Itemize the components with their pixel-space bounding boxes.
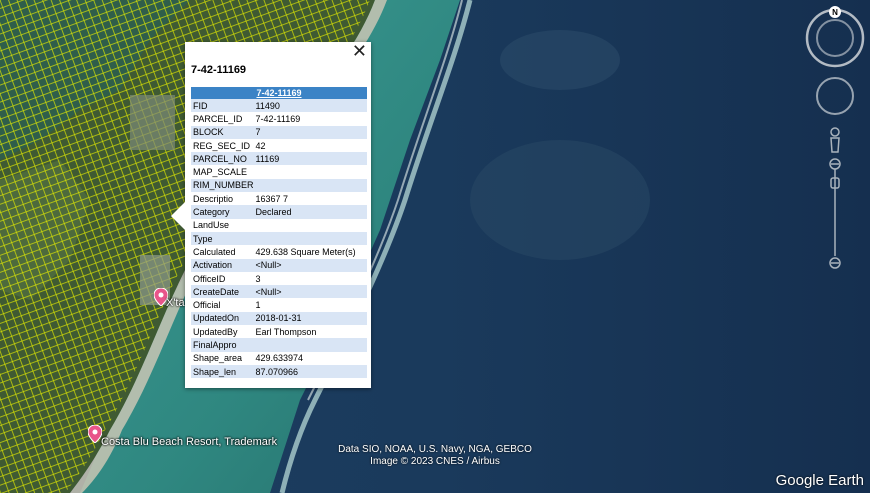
attribute-table-header: 7-42-11169 (191, 87, 367, 99)
attribute-key: Shape_area (193, 353, 243, 364)
attribute-row: FID 11490 (191, 99, 367, 113)
attribute-row: Type (191, 231, 367, 246)
attribute-key: UpdatedBy (193, 326, 238, 337)
attribute-value: 3 (255, 273, 261, 284)
attribute-value: Declared (253, 205, 367, 219)
attribute-value: <Null> (253, 258, 367, 272)
attribute-row: RIM_NUMBER (191, 178, 367, 193)
attribute-value: 2018-01-31 (253, 311, 367, 326)
attribute-key: Descriptio (193, 193, 234, 204)
attribute-row: Shape_area 429.633974 (191, 352, 367, 365)
attribute-row: FinalAppro (191, 338, 367, 352)
imagery-attribution-line1: Data SIO, NOAA, U.S. Navy, NGA, GEBCO (338, 444, 532, 455)
attribute-key: PARCEL_NO (191, 152, 254, 166)
attribute-row: CreateDate <Null> (191, 285, 367, 299)
attribute-value: 429.633974 (255, 353, 304, 364)
north-indicator: N (832, 8, 838, 17)
attribute-row: UpdatedBy Earl Thompson (191, 325, 367, 338)
placemark-label[interactable]: X'ta (166, 297, 185, 309)
attribute-value (253, 231, 367, 246)
close-icon[interactable]: ✕ (352, 42, 367, 62)
attribute-value: Earl Thompson (255, 326, 317, 337)
attribute-row: PARCEL_ID 7-42-11169 (191, 112, 367, 125)
attribute-value (254, 165, 367, 178)
parcel-info-balloon: ✕ 7-42-11169 7-42-11169 FID 11490 PARCEL_I… (171, 42, 371, 388)
attribute-key: Activation (191, 258, 254, 272)
satellite-imagery[interactable] (0, 0, 870, 493)
attribute-value: 7 (253, 125, 367, 139)
attribute-value (253, 178, 367, 193)
attribute-table: 7-42-11169 FID 11490 PARCEL_ID 7-42-11169 BL… (191, 87, 367, 379)
attribute-value: 16367 7 (255, 193, 289, 204)
attribute-key: REG_SEC_ID (193, 140, 251, 151)
google-earth-logo: Google Earth (775, 472, 864, 489)
attribute-value: 7-42-11169 (255, 113, 301, 124)
attribute-key: OfficeID (193, 273, 226, 284)
zoom-slider-icon[interactable] (829, 158, 841, 269)
attribute-value: <Null> (253, 285, 367, 299)
attribute-value (254, 219, 367, 232)
attribute-row: OfficeID 3 (191, 272, 367, 285)
balloon-title: 7-42-11169 (191, 64, 247, 76)
attribute-key: FID (191, 99, 254, 113)
attribute-row: Descriptio 16367 7 (191, 192, 367, 205)
attribute-row: Category Declared (191, 205, 367, 219)
attribute-key: Category (191, 205, 254, 219)
attribute-value: 42 (255, 140, 266, 151)
attribute-value: 87.070966 (253, 364, 367, 379)
attribute-value: 11490 (253, 99, 367, 113)
attribute-value: 1 (255, 300, 261, 311)
move-joystick-icon[interactable] (816, 77, 854, 115)
balloon-pointer (171, 202, 185, 230)
attribute-key: Official (193, 300, 221, 311)
attribute-row: MAP_SCALE (191, 165, 367, 178)
compass-icon[interactable]: N (805, 6, 865, 68)
attribute-row: Activation <Null> (191, 258, 367, 272)
attribute-row: LandUse (191, 219, 367, 232)
attribute-row: REG_SEC_ID 42 (191, 139, 367, 152)
attribute-key: UpdatedOn (191, 311, 254, 326)
attribute-row: Shape_len 87.070966 (191, 364, 367, 379)
attribute-key: BLOCK (191, 125, 254, 139)
attribute-key: CreateDate (191, 285, 254, 299)
attribute-key: PARCEL_ID (193, 113, 243, 124)
attribute-row: UpdatedOn 2018-01-31 (191, 311, 367, 326)
attribute-row: BLOCK 7 (191, 125, 367, 139)
attribute-key: LandUse (193, 220, 230, 231)
attribute-value: 11169 (253, 152, 367, 166)
attribute-key: Type (191, 231, 254, 246)
attribute-key: Shape_len (191, 364, 254, 379)
attribute-row: PARCEL_NO 11169 (191, 152, 367, 166)
placemark-pin-icon[interactable] (88, 425, 102, 443)
attribute-key: MAP_SCALE (193, 167, 248, 178)
navigation-controls[interactable]: N (805, 6, 867, 276)
attribute-row: Official 1 (191, 298, 367, 311)
attribute-value: 429.638 Square Meter(s) (255, 246, 356, 257)
attribute-value (253, 338, 367, 352)
attribute-key: RIM_NUMBER (191, 178, 254, 193)
attribute-key: FinalAppro (191, 338, 254, 352)
street-view-pegman-icon[interactable] (830, 127, 840, 153)
attribute-row: Calculated 429.638 Square Meter(s) (191, 245, 367, 258)
imagery-attribution-line2: Image © 2023 CNES / Airbus (370, 456, 500, 467)
attribute-key: Calculated (193, 246, 236, 257)
